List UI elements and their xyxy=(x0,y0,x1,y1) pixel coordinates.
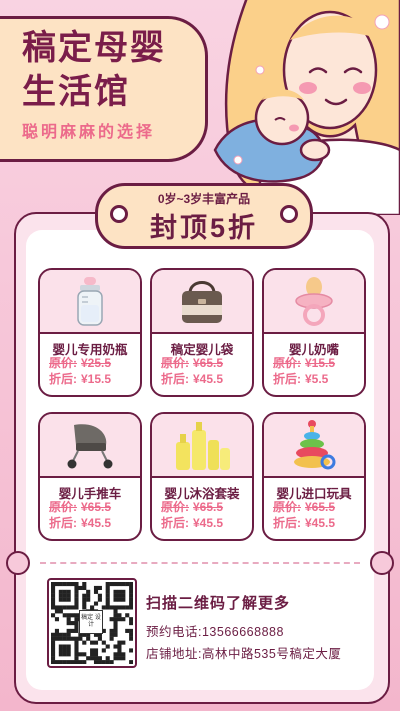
product-image xyxy=(40,270,140,334)
original-price: 原价: ¥25.5 xyxy=(49,356,112,370)
product-card-pacifier[interactable]: 婴儿奶嘴 原价: ¥15.5 折后: ¥5.5 xyxy=(262,268,366,397)
product-image xyxy=(264,270,364,334)
discount-price: 折后: ¥45.5 xyxy=(49,516,112,530)
product-card-bag[interactable]: 稿定婴儿袋 原价: ¥65.5 折后: ¥45.5 xyxy=(150,268,254,397)
original-price: 原价: ¥15.5 xyxy=(273,356,336,370)
product-card-stroller[interactable]: 婴儿手推车 原价: ¥65.5 折后: ¥45.5 xyxy=(38,412,142,541)
pacifier-icon xyxy=(295,277,333,326)
discount-price: 折后: ¥45.5 xyxy=(161,372,224,386)
ticket-notch-right xyxy=(370,551,394,575)
stroller-icon xyxy=(67,424,113,469)
original-price: 原价: ¥65.5 xyxy=(161,356,224,370)
product-card-bath-set[interactable]: 婴儿沐浴套装 原价: ¥65.5 折后: ¥45.5 xyxy=(150,412,254,541)
product-card-bottle[interactable]: 婴儿专用奶瓶 原价: ¥25.5 折后: ¥15.5 xyxy=(38,268,142,397)
baby-bottle-icon xyxy=(77,277,103,326)
store-address: 店铺地址:高林中路535号稿定大厦 xyxy=(146,647,342,661)
discount-price: 折后: ¥45.5 xyxy=(273,516,336,530)
ticket-notch-left xyxy=(6,551,30,575)
product-card-toy[interactable]: 婴儿进口玩具 原价: ¥65.5 折后: ¥45.5 xyxy=(262,412,366,541)
product-name: 婴儿进口玩具 xyxy=(276,487,352,501)
discount-price: 折后: ¥5.5 xyxy=(273,372,329,386)
original-price: 原价: ¥65.5 xyxy=(161,500,224,514)
product-name: 婴儿手推车 xyxy=(58,487,122,501)
promo-banner: 0岁~3岁丰富产品 封顶5折 xyxy=(95,183,313,249)
product-image xyxy=(40,414,140,478)
qr-logo: 稿定 设计 xyxy=(79,610,103,634)
product-name: 婴儿专用奶瓶 xyxy=(52,343,128,357)
contact-phone: 预约电话:13566668888 xyxy=(146,625,284,639)
store-title-line2: 生活馆 xyxy=(22,73,130,111)
product-image xyxy=(264,414,364,478)
bath-set-icon xyxy=(176,422,230,470)
qr-caption: 扫描二维码了解更多 xyxy=(146,595,291,612)
stacking-toy-icon xyxy=(294,420,336,470)
store-title-line1: 稿定母婴 xyxy=(22,29,166,67)
discount-price: 折后: ¥45.5 xyxy=(161,516,224,530)
product-name: 婴儿沐浴套装 xyxy=(164,487,240,501)
product-name: 稿定婴儿袋 xyxy=(170,343,234,357)
diaper-bag-icon xyxy=(182,281,222,323)
original-price: 原价: ¥65.5 xyxy=(273,500,336,514)
product-image xyxy=(152,414,252,478)
banner-headline: 封顶5折 xyxy=(149,213,259,243)
banner-subtitle: 0岁~3岁丰富产品 xyxy=(157,192,251,206)
original-price: 原价: ¥65.5 xyxy=(49,500,112,514)
dashed-divider xyxy=(40,562,360,564)
qr-code[interactable]: 稿定 设计 xyxy=(47,578,137,668)
discount-price: 折后: ¥15.5 xyxy=(49,372,112,386)
product-name: 婴儿奶嘴 xyxy=(288,343,339,357)
product-image xyxy=(152,270,252,334)
store-slogan: 聪明麻麻的选择 xyxy=(22,124,156,141)
